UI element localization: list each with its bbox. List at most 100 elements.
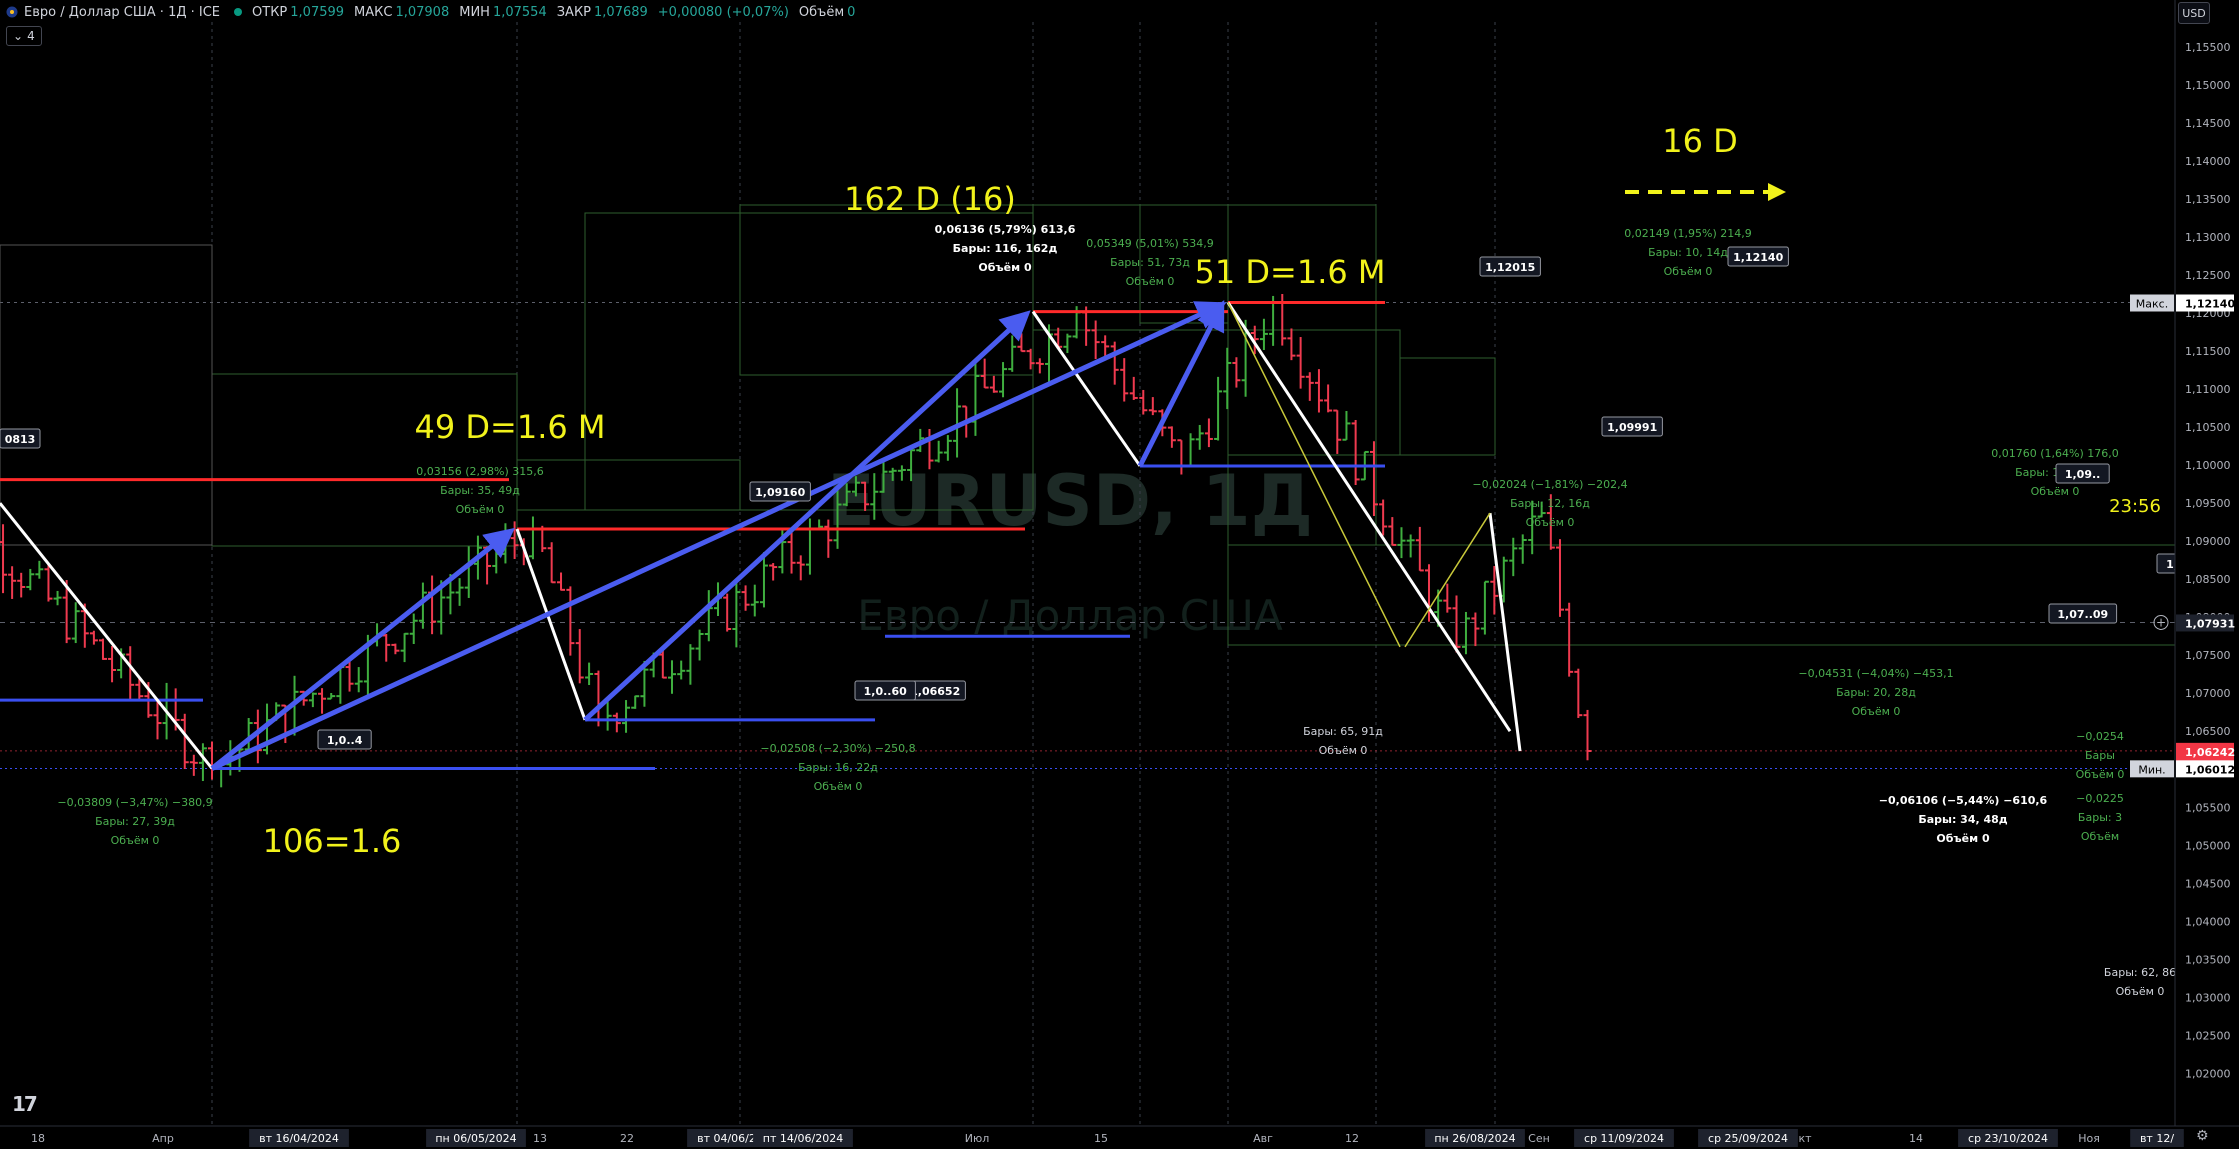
measure-label: −0,04531 (−4,04%) −453,1 bbox=[1798, 667, 1953, 680]
price-axis-tick: 1,15000 bbox=[2185, 79, 2231, 92]
time-axis-label: пн 26/08/2024 bbox=[1434, 1132, 1515, 1145]
price-axis-tick: 1,03000 bbox=[2185, 991, 2231, 1004]
point-label-text: 1,12140 bbox=[1733, 251, 1783, 264]
measure-label: −0,0254 bbox=[2076, 730, 2124, 743]
measure-label: −0,0225 bbox=[2076, 792, 2124, 805]
time-axis-label: ср 11/09/2024 bbox=[1584, 1132, 1664, 1145]
measure-label: −0,06106 (−5,44%) −610,6 bbox=[1879, 794, 2048, 807]
price-chart[interactable]: EURUSD, 1ДЕвро / Доллар США162 D (16)49 … bbox=[0, 0, 2239, 1149]
time-axis-label: ср 25/09/2024 bbox=[1708, 1132, 1788, 1145]
measure-label: Бары: 116, 162д bbox=[953, 242, 1058, 255]
measure-label: Объём bbox=[2081, 830, 2119, 843]
indicators-toggle[interactable]: ⌄ 4 bbox=[6, 26, 42, 46]
annotation-label: 16 D bbox=[1662, 122, 1738, 160]
time-axis-label: пт 14/06/2024 bbox=[763, 1132, 844, 1145]
annotation-label: 23:56 bbox=[2109, 496, 2161, 517]
tradingview-logo-icon[interactable]: 17 bbox=[12, 1092, 38, 1116]
time-axis-label: 15 bbox=[1094, 1132, 1108, 1145]
measure-label: Бары: 3 bbox=[2078, 811, 2122, 824]
point-label-text: 1,07..09 bbox=[2057, 608, 2108, 621]
measure-label: 0,06136 (5,79%) 613,6 bbox=[935, 223, 1076, 236]
price-axis-tick: 1,13500 bbox=[2185, 193, 2231, 206]
ohlc-close-label: ЗАКР bbox=[556, 4, 592, 20]
price-axis-tick: 1,11500 bbox=[2185, 345, 2231, 358]
price-axis-tick: 1,04000 bbox=[2185, 915, 2231, 928]
measure-label: Объём 0 bbox=[1126, 275, 1175, 288]
price-axis-tick: 1,09000 bbox=[2185, 535, 2231, 548]
point-label-text: 1,09160 bbox=[755, 486, 805, 499]
time-axis-label: 18 bbox=[31, 1132, 45, 1145]
chevron-down-icon: ⌄ bbox=[13, 29, 24, 43]
point-label-text: 0813 bbox=[5, 433, 36, 446]
measure-label: 0,03156 (2,98%) 315,6 bbox=[416, 465, 544, 478]
point-label-text: 1,12015 bbox=[1485, 261, 1535, 274]
ohlc-open-value: 1,07599 bbox=[290, 4, 345, 20]
ohlc-open-label: ОТКР bbox=[252, 4, 288, 20]
price-axis-tick: 1,06500 bbox=[2185, 725, 2231, 738]
time-axis-label: кт bbox=[1798, 1132, 1812, 1145]
annotation-label: 49 D=1.6 M bbox=[414, 408, 605, 446]
ohlc-high-value: 1,07908 bbox=[395, 4, 450, 20]
measure-label: Бары: 20, 28д bbox=[1836, 686, 1916, 699]
point-label-text: 1,0..4 bbox=[327, 734, 363, 747]
measure-label: Объём 0 bbox=[1852, 705, 1901, 718]
measure-label: Бары: 51, 73д bbox=[1110, 256, 1190, 269]
measure-label: −0,02508 (−2,30%) −250,8 bbox=[760, 742, 915, 755]
annotation-label: 106=1.6 bbox=[263, 822, 402, 860]
price-axis-tick: 1,08500 bbox=[2185, 573, 2231, 586]
price-axis-tick: 1,14500 bbox=[2185, 117, 2231, 130]
chart-background bbox=[0, 0, 2239, 1149]
price-axis-tick: 1,14000 bbox=[2185, 155, 2231, 168]
volume-label: Объём bbox=[798, 4, 845, 20]
measure-label: Объём 0 bbox=[1664, 265, 1713, 278]
currency-button[interactable]: USD bbox=[2178, 2, 2210, 24]
price-axis-tick: 1,11000 bbox=[2185, 383, 2231, 396]
ohlc-low-label: МИН bbox=[459, 4, 490, 20]
price-axis-tick: 1,04500 bbox=[2185, 877, 2231, 890]
price-axis-tick: 1,10000 bbox=[2185, 459, 2231, 472]
measure-label: Объём 0 bbox=[814, 780, 863, 793]
measure-label: Объём 0 bbox=[2116, 985, 2165, 998]
time-axis-label: 22 bbox=[620, 1132, 634, 1145]
volume-value: 0 bbox=[847, 4, 856, 20]
point-label-text: 1,0..60 bbox=[864, 685, 907, 698]
point-label-text: 1,06652 bbox=[910, 685, 960, 698]
measure-label: Бары: 34, 48д bbox=[1918, 813, 2007, 826]
measure-label: Бары: 65, 91д bbox=[1303, 725, 1383, 738]
add-alert-icon-plus: + bbox=[2156, 615, 2166, 629]
price-axis-tick: 1,03500 bbox=[2185, 953, 2231, 966]
symbol-title[interactable]: Евро / Доллар США · 1Д · ICE bbox=[24, 5, 220, 20]
symbol-flag-icon bbox=[6, 6, 18, 18]
price-axis-tick: 1,13000 bbox=[2185, 231, 2231, 244]
measure-label: Объём 0 bbox=[456, 503, 505, 516]
measure-label: 0,01760 (1,64%) 176,0 bbox=[1991, 447, 2119, 460]
measure-label: Объём 0 bbox=[2076, 768, 2125, 781]
time-axis-label: ср 23/10/2024 bbox=[1968, 1132, 2048, 1145]
price-axis-tick: 1,07500 bbox=[2185, 649, 2231, 662]
gear-icon[interactable]: ⚙ bbox=[2196, 1128, 2209, 1144]
point-label-text: 1,09.. bbox=[2065, 468, 2101, 481]
time-axis-label: Ноя bbox=[2078, 1132, 2100, 1145]
annotation-label: 162 D (16) bbox=[844, 180, 1016, 218]
point-label-text: 1,09991 bbox=[1607, 421, 1657, 434]
measure-label: Объём 0 bbox=[111, 834, 160, 847]
price-badge-tag-label: Макс. bbox=[2136, 298, 2168, 311]
price-axis-tick: 1,02000 bbox=[2185, 1067, 2231, 1080]
measure-label: −0,02024 (−1,81%) −202,4 bbox=[1472, 478, 1627, 491]
measure-label: Объём 0 bbox=[1936, 832, 1990, 845]
symbol-header[interactable]: Евро / Доллар США · 1Д · ICE ОТКР 1,07599… bbox=[0, 0, 865, 24]
price-axis-tick: 1,15500 bbox=[2185, 41, 2231, 54]
indicators-count: 4 bbox=[27, 29, 35, 43]
time-axis-label: пн 06/05/2024 bbox=[435, 1132, 516, 1145]
price-badge-value: 1,12140 bbox=[2185, 298, 2235, 311]
market-status-icon bbox=[234, 8, 243, 16]
price-axis-tick: 1,02500 bbox=[2185, 1029, 2231, 1042]
measure-label: 0,05349 (5,01%) 534,9 bbox=[1086, 237, 1214, 250]
price-axis-tick: 1,05500 bbox=[2185, 801, 2231, 814]
price-axis-tick: 1,12500 bbox=[2185, 269, 2231, 282]
ohlc-close-value: 1,07689 bbox=[594, 4, 648, 20]
time-axis-label: Сен bbox=[1528, 1132, 1550, 1145]
annotation-label: 51 D=1.6 M bbox=[1194, 253, 1385, 291]
price-change: +0,00080 (+0,07%) bbox=[657, 4, 789, 20]
measure-label: Объём 0 bbox=[2031, 485, 2080, 498]
